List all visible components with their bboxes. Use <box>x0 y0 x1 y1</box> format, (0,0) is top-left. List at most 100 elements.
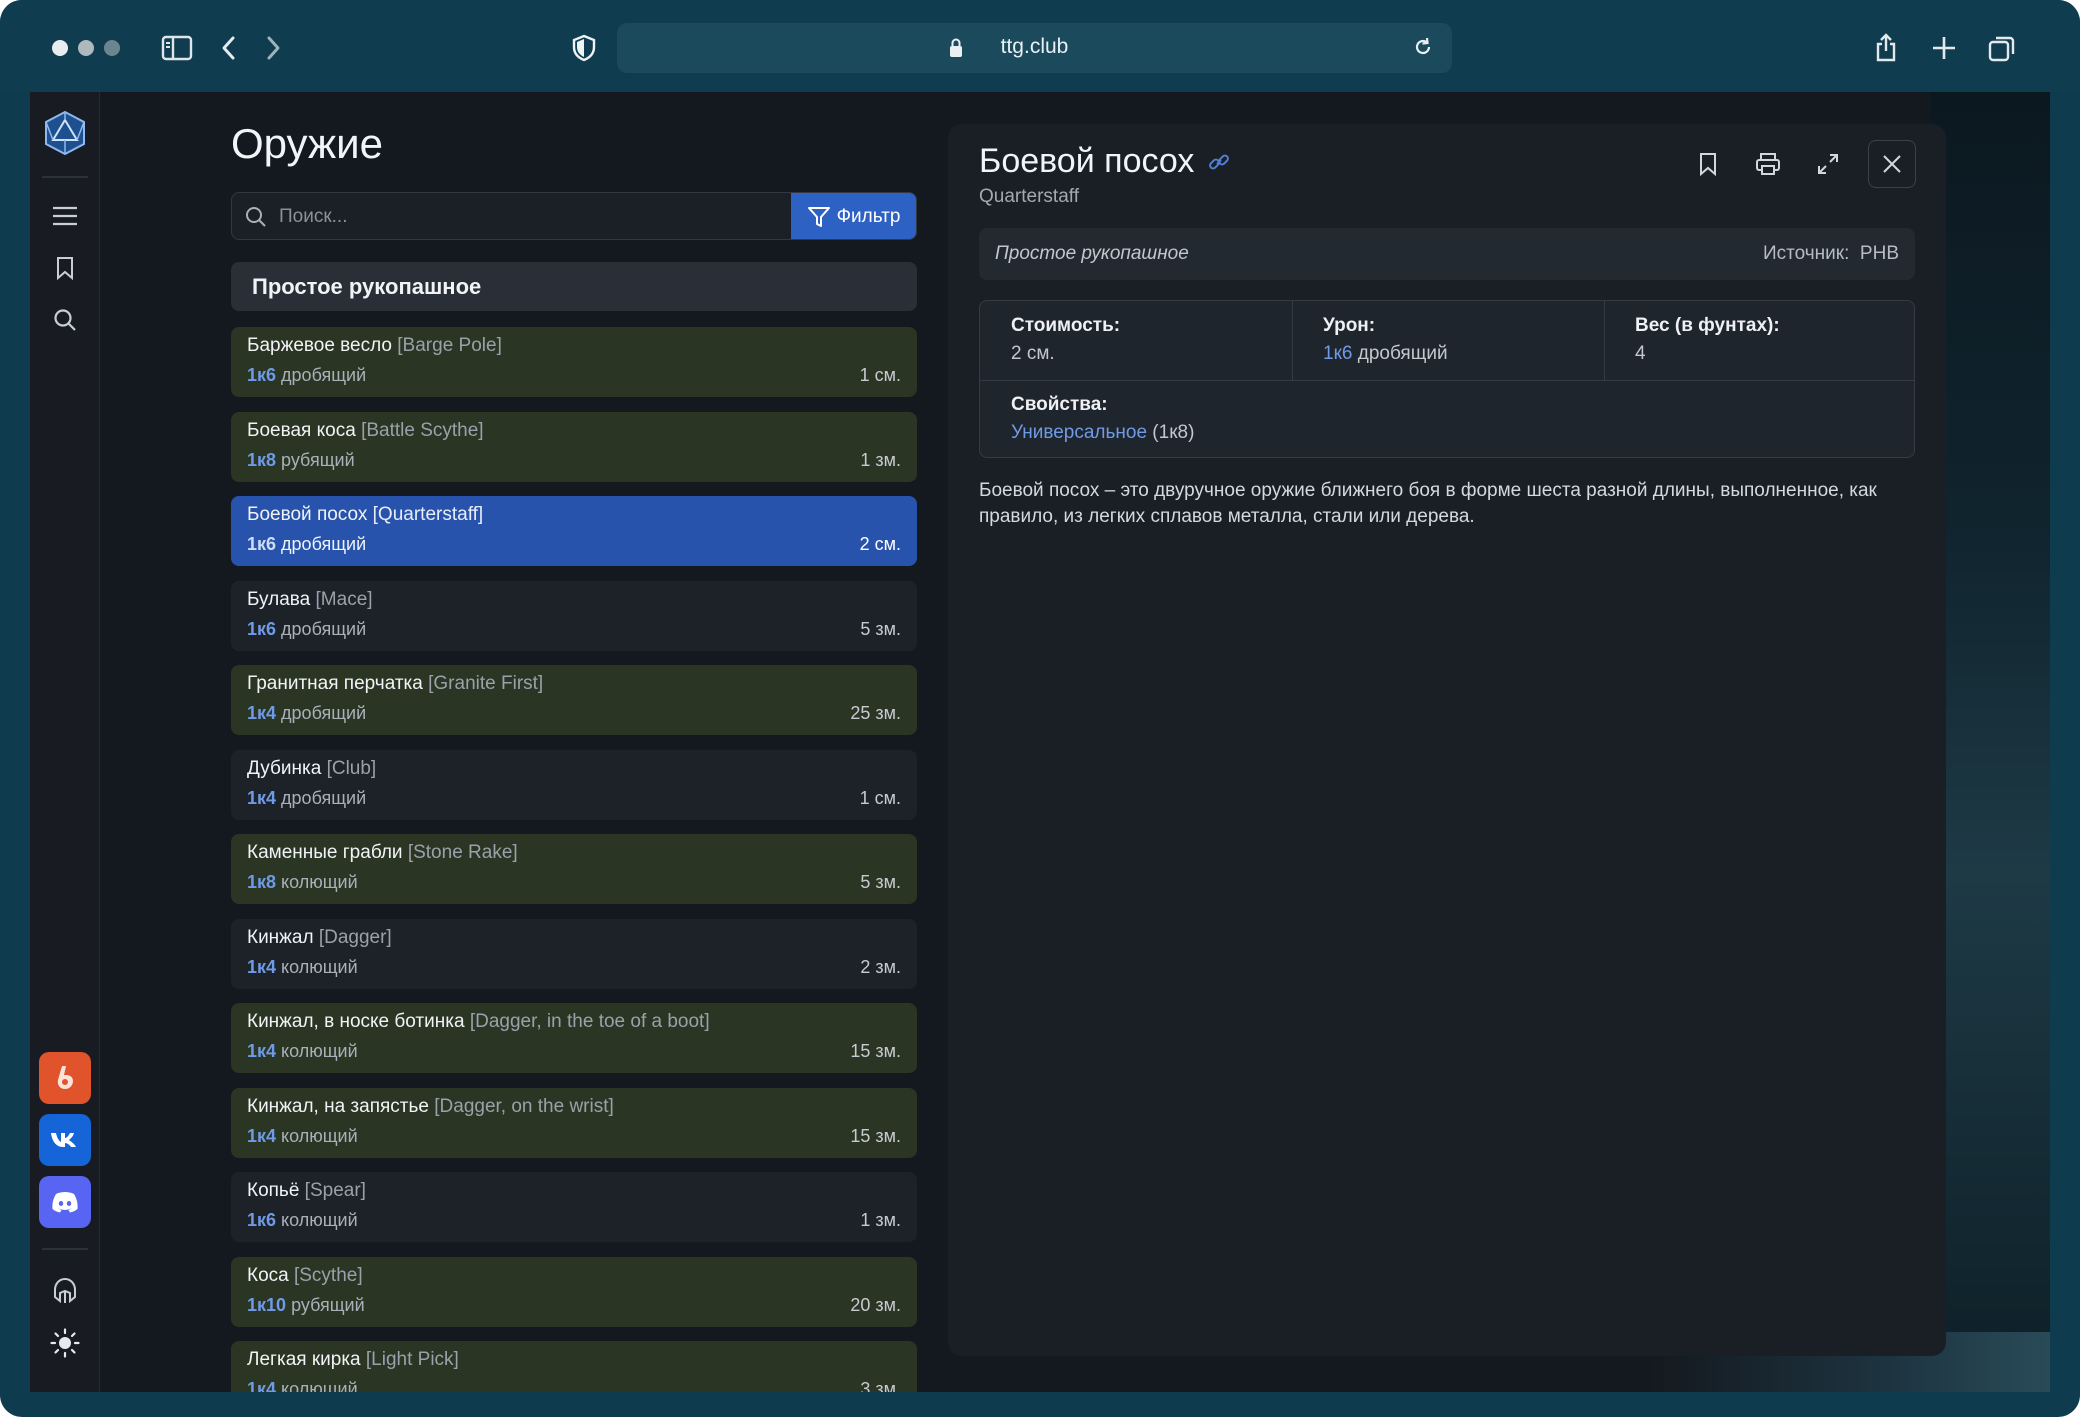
theme-sun-icon[interactable] <box>45 1323 85 1363</box>
detail-panel: Боевой посох Quarterstaff Простое рукопа… <box>948 124 1946 1356</box>
search-icon[interactable] <box>45 300 85 340</box>
close-button[interactable] <box>1868 140 1916 188</box>
stat-properties: Свойства: Универсальное (1к8) <box>980 380 1914 457</box>
weapon-name-ru: Каменные грабли <box>247 842 403 863</box>
weapon-damage-type: дробящий <box>281 365 367 385</box>
share-icon[interactable] <box>1866 28 1906 68</box>
close-window-dot[interactable] <box>52 40 68 56</box>
weapon-name-ru: Боевая коса <box>247 419 356 441</box>
weapon-name-ru: Гранитная перчатка <box>247 673 423 694</box>
weapon-cost: 3 зм. <box>860 1379 901 1392</box>
weapon-damage-type: дробящий <box>281 703 367 723</box>
sidebar-divider <box>42 176 88 178</box>
damage-type: дробящий <box>1357 343 1448 364</box>
weapon-name-ru: Кинжал, в носке ботинка <box>247 1011 465 1032</box>
bookmarks-icon[interactable] <box>45 248 85 288</box>
stat-weight: Вес (в фунтах): 4 <box>1604 301 1914 379</box>
property-versatile-link[interactable]: Универсальное <box>1011 422 1147 443</box>
weapon-list-item[interactable]: Кинжал, в носке ботинка [Dagger, in the … <box>231 1003 917 1073</box>
weapon-dice: 1к10 <box>247 1294 287 1315</box>
vk-icon[interactable] <box>39 1114 91 1166</box>
reload-icon[interactable] <box>1412 36 1434 58</box>
weapon-list-item[interactable]: Копьё [Spear] 1к6 колющий 1 зм. <box>231 1172 917 1242</box>
weapon-meta: 1к6 дробящий 1 см. <box>247 365 901 391</box>
address-bar[interactable]: ttg.club <box>617 23 1452 73</box>
privacy-shield-icon[interactable] <box>564 28 604 68</box>
weapon-name-ru: Боевой посох <box>247 504 368 525</box>
weapon-list-item[interactable]: Коса [Scythe] 1к10 рубящий 20 зм. <box>231 1256 917 1327</box>
copy-link-icon[interactable] <box>1208 151 1230 173</box>
forward-icon[interactable] <box>253 28 293 68</box>
weapon-list-item[interactable]: Кинжал [Dagger] 1к4 колющий 2 зм. <box>231 918 917 989</box>
menu-icon[interactable] <box>45 196 85 236</box>
site-logo-icon[interactable] <box>42 110 88 156</box>
weapon-cost: 15 зм. <box>850 1125 901 1146</box>
back-icon[interactable] <box>209 28 249 68</box>
group-header[interactable]: Простое рукопашное <box>231 262 917 311</box>
weapon-name: Булава [Mace] <box>247 589 901 617</box>
helmet-icon[interactable] <box>45 1271 85 1311</box>
weapon-list-item[interactable]: Булава [Mace] 1к6 дробящий 5 зм. <box>231 580 917 651</box>
property-extra: (1к8) <box>1152 422 1195 443</box>
close-icon <box>1883 155 1901 173</box>
new-tab-icon[interactable] <box>1924 28 1964 68</box>
minimize-window-dot[interactable] <box>78 40 94 56</box>
weapon-dice: 1к8 <box>247 872 277 892</box>
stat-properties-label: Свойства: <box>1011 394 1108 415</box>
weapon-list-item[interactable]: Боевой посох [Quarterstaff] 1к6 дробящий 2… <box>231 496 917 566</box>
weapon-list-item[interactable]: Боевая коса [Battle Scythe] 1к8 рубящий 1 … <box>231 411 917 482</box>
weapon-list-item[interactable]: Легкая кирка [Light Pick] 1к4 колющий 3 зм… <box>231 1341 917 1392</box>
weapon-cost: 5 зм. <box>860 872 901 892</box>
weapon-list-item[interactable]: Баржевое весло [Barge Pole] 1к6 дробящий 1… <box>231 327 917 397</box>
bookmark-icon[interactable] <box>1688 144 1728 184</box>
weapon-damage-type: дробящий <box>281 787 367 808</box>
weapon-meta: 1к4 колющий 2 зм. <box>247 957 901 983</box>
weapon-cost: 20 зм. <box>850 1294 901 1315</box>
weapon-name-en: [Dagger, in the toe of a boot] <box>469 1011 710 1032</box>
weapon-list-item[interactable]: Каменные грабли [Stone Rake] 1к8 колющий 5… <box>231 834 917 904</box>
weapon-damage-type: колющий <box>281 872 358 892</box>
search-field[interactable]: Поиск... Фильтр <box>231 192 917 240</box>
weapon-name-en: [Club] <box>326 757 377 779</box>
weapon-dice: 1к4 <box>247 1379 277 1392</box>
tab-overview-icon[interactable] <box>1982 28 2022 68</box>
url-text: ttg.club <box>1000 35 1069 58</box>
weapon-name-ru: Кинжал, на запястье <box>247 1095 429 1117</box>
weapon-meta: 1к4 дробящий 25 зм. <box>247 703 901 729</box>
zoom-window-dot[interactable] <box>104 40 120 56</box>
weapon-meta: 1к4 колющий 15 зм. <box>247 1126 901 1152</box>
browser-toolbar: ttg.club <box>0 0 2080 92</box>
weapon-name-en: [Stone Rake] <box>407 842 518 863</box>
source-label: Источник: <box>1762 243 1850 264</box>
print-icon[interactable] <box>1748 144 1788 184</box>
weapon-dice: 1к6 <box>247 365 277 385</box>
weapon-name: Кинжал [Dagger] <box>247 927 901 955</box>
discord-icon[interactable] <box>39 1176 91 1228</box>
weapon-cost: 1 зм. <box>860 449 901 470</box>
expand-icon[interactable] <box>1808 144 1848 184</box>
weapon-list-item[interactable]: Дубинка [Club] 1к4 дробящий 1 см. <box>231 749 917 820</box>
weapon-name-ru: Кинжал <box>247 926 314 948</box>
weapon-cost: 15 зм. <box>850 1041 901 1061</box>
weapon-name-ru: Копьё <box>247 1180 300 1201</box>
sidebar-toggle-icon[interactable] <box>157 28 197 68</box>
weapon-name-ru: Дубинка <box>247 757 322 779</box>
weapon-dice: 1к4 <box>247 1041 277 1061</box>
weapon-list-item[interactable]: Кинжал, на запястье [Dagger, on the wris… <box>231 1087 917 1158</box>
weapon-name: Баржевое весло [Barge Pole] <box>247 335 901 363</box>
stat-damage-value: 1к6 дробящий <box>1323 343 1573 365</box>
weapon-cost: 1 см. <box>859 787 901 808</box>
filter-icon <box>807 207 830 227</box>
weapon-name: Боевая коса [Battle Scythe] <box>247 420 901 448</box>
weapon-damage-type: колющий <box>281 1379 358 1392</box>
weapon-damage-type: колющий <box>281 1125 358 1146</box>
boosty-icon[interactable] <box>39 1052 91 1104</box>
weapon-name: Легкая кирка [Light Pick] <box>247 1349 901 1377</box>
weapon-meta: 1к6 дробящий 5 зм. <box>247 619 901 645</box>
left-sidebar <box>30 92 100 1392</box>
filter-button[interactable]: Фильтр <box>791 193 916 239</box>
source-value[interactable]: PHB <box>1860 243 1899 264</box>
weapon-list-item[interactable]: Гранитная перчатка [Granite First] 1к4 др… <box>231 665 917 735</box>
detail-toolbar <box>1688 140 1916 188</box>
damage-dice-link[interactable]: 1к6 <box>1323 343 1352 364</box>
